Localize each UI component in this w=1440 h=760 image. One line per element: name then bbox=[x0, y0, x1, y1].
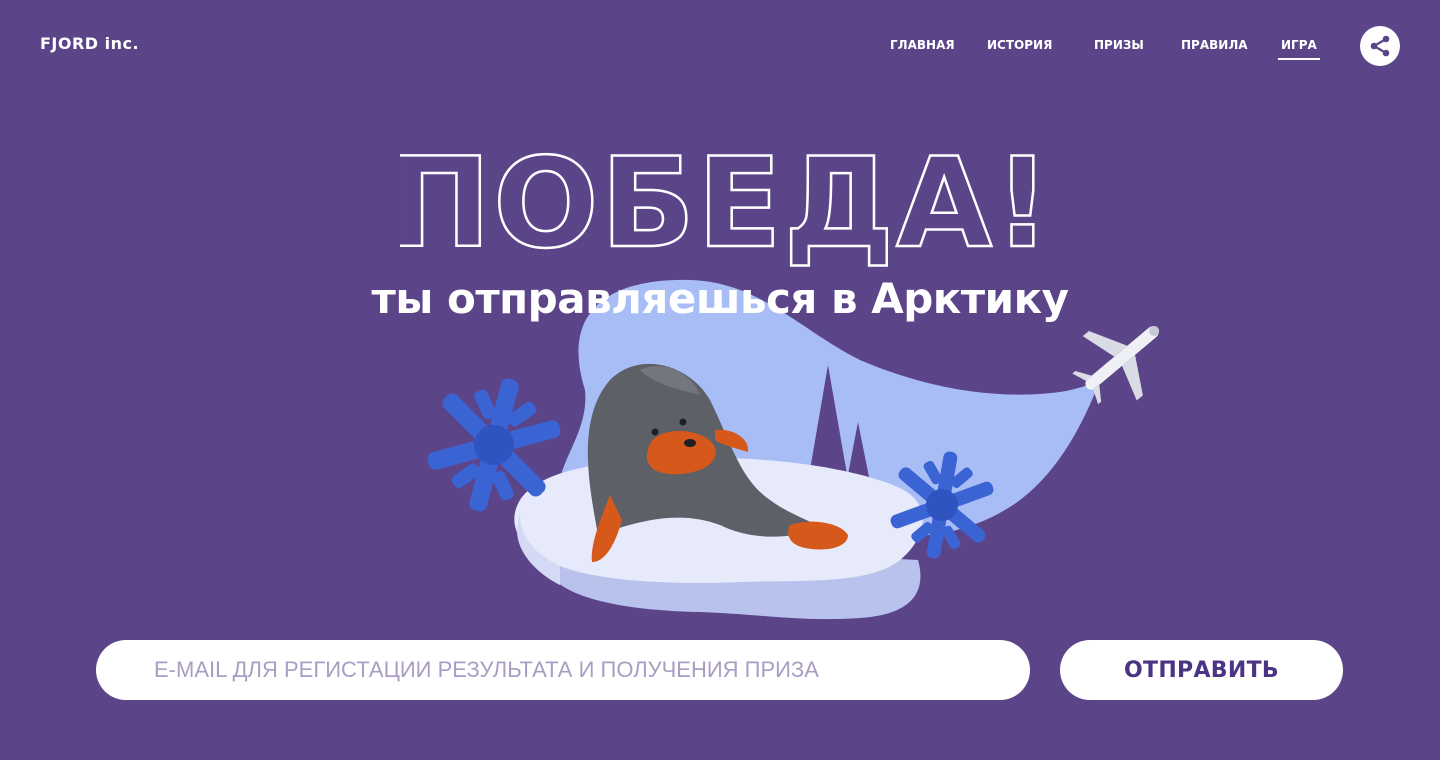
hero-title: ПОБЕДА! bbox=[0, 138, 1440, 268]
snowflake-icon bbox=[890, 451, 994, 559]
nav-item-prizes[interactable]: ПРИЗЫ bbox=[1094, 38, 1144, 58]
submit-button[interactable]: ОТПРАВИТЬ bbox=[1060, 640, 1343, 700]
nav-item-main[interactable]: ГЛАВНАЯ bbox=[890, 38, 955, 58]
spire-left bbox=[810, 365, 848, 480]
seal-icon bbox=[587, 363, 848, 562]
snowflake-icon bbox=[427, 378, 561, 512]
spire-right bbox=[846, 422, 872, 492]
nav-item-rules[interactable]: ПРАВИЛА bbox=[1181, 38, 1248, 58]
hero-subtitle: ты отправляешься в Арктику bbox=[371, 274, 1069, 323]
hero-title-text: ПОБЕДА! bbox=[400, 138, 1040, 268]
hero-title-outline: ПОБЕДА! bbox=[400, 138, 1040, 268]
share-button[interactable] bbox=[1360, 26, 1400, 66]
email-field[interactable] bbox=[96, 640, 1030, 700]
ice-floe-icon bbox=[514, 457, 923, 620]
email-form: ОТПРАВИТЬ bbox=[96, 640, 1344, 700]
nav-item-game[interactable]: ИГРА bbox=[1278, 38, 1320, 60]
share-icon bbox=[1370, 35, 1390, 57]
header: FJORD inc. ГЛАВНАЯ ИСТОРИЯ ПРИЗЫ ПРАВИЛА… bbox=[0, 0, 1440, 92]
nav-item-history[interactable]: ИСТОРИЯ bbox=[987, 38, 1052, 58]
main-nav: ГЛАВНАЯ ИСТОРИЯ ПРИЗЫ ПРАВИЛА ИГРА bbox=[0, 38, 1440, 68]
